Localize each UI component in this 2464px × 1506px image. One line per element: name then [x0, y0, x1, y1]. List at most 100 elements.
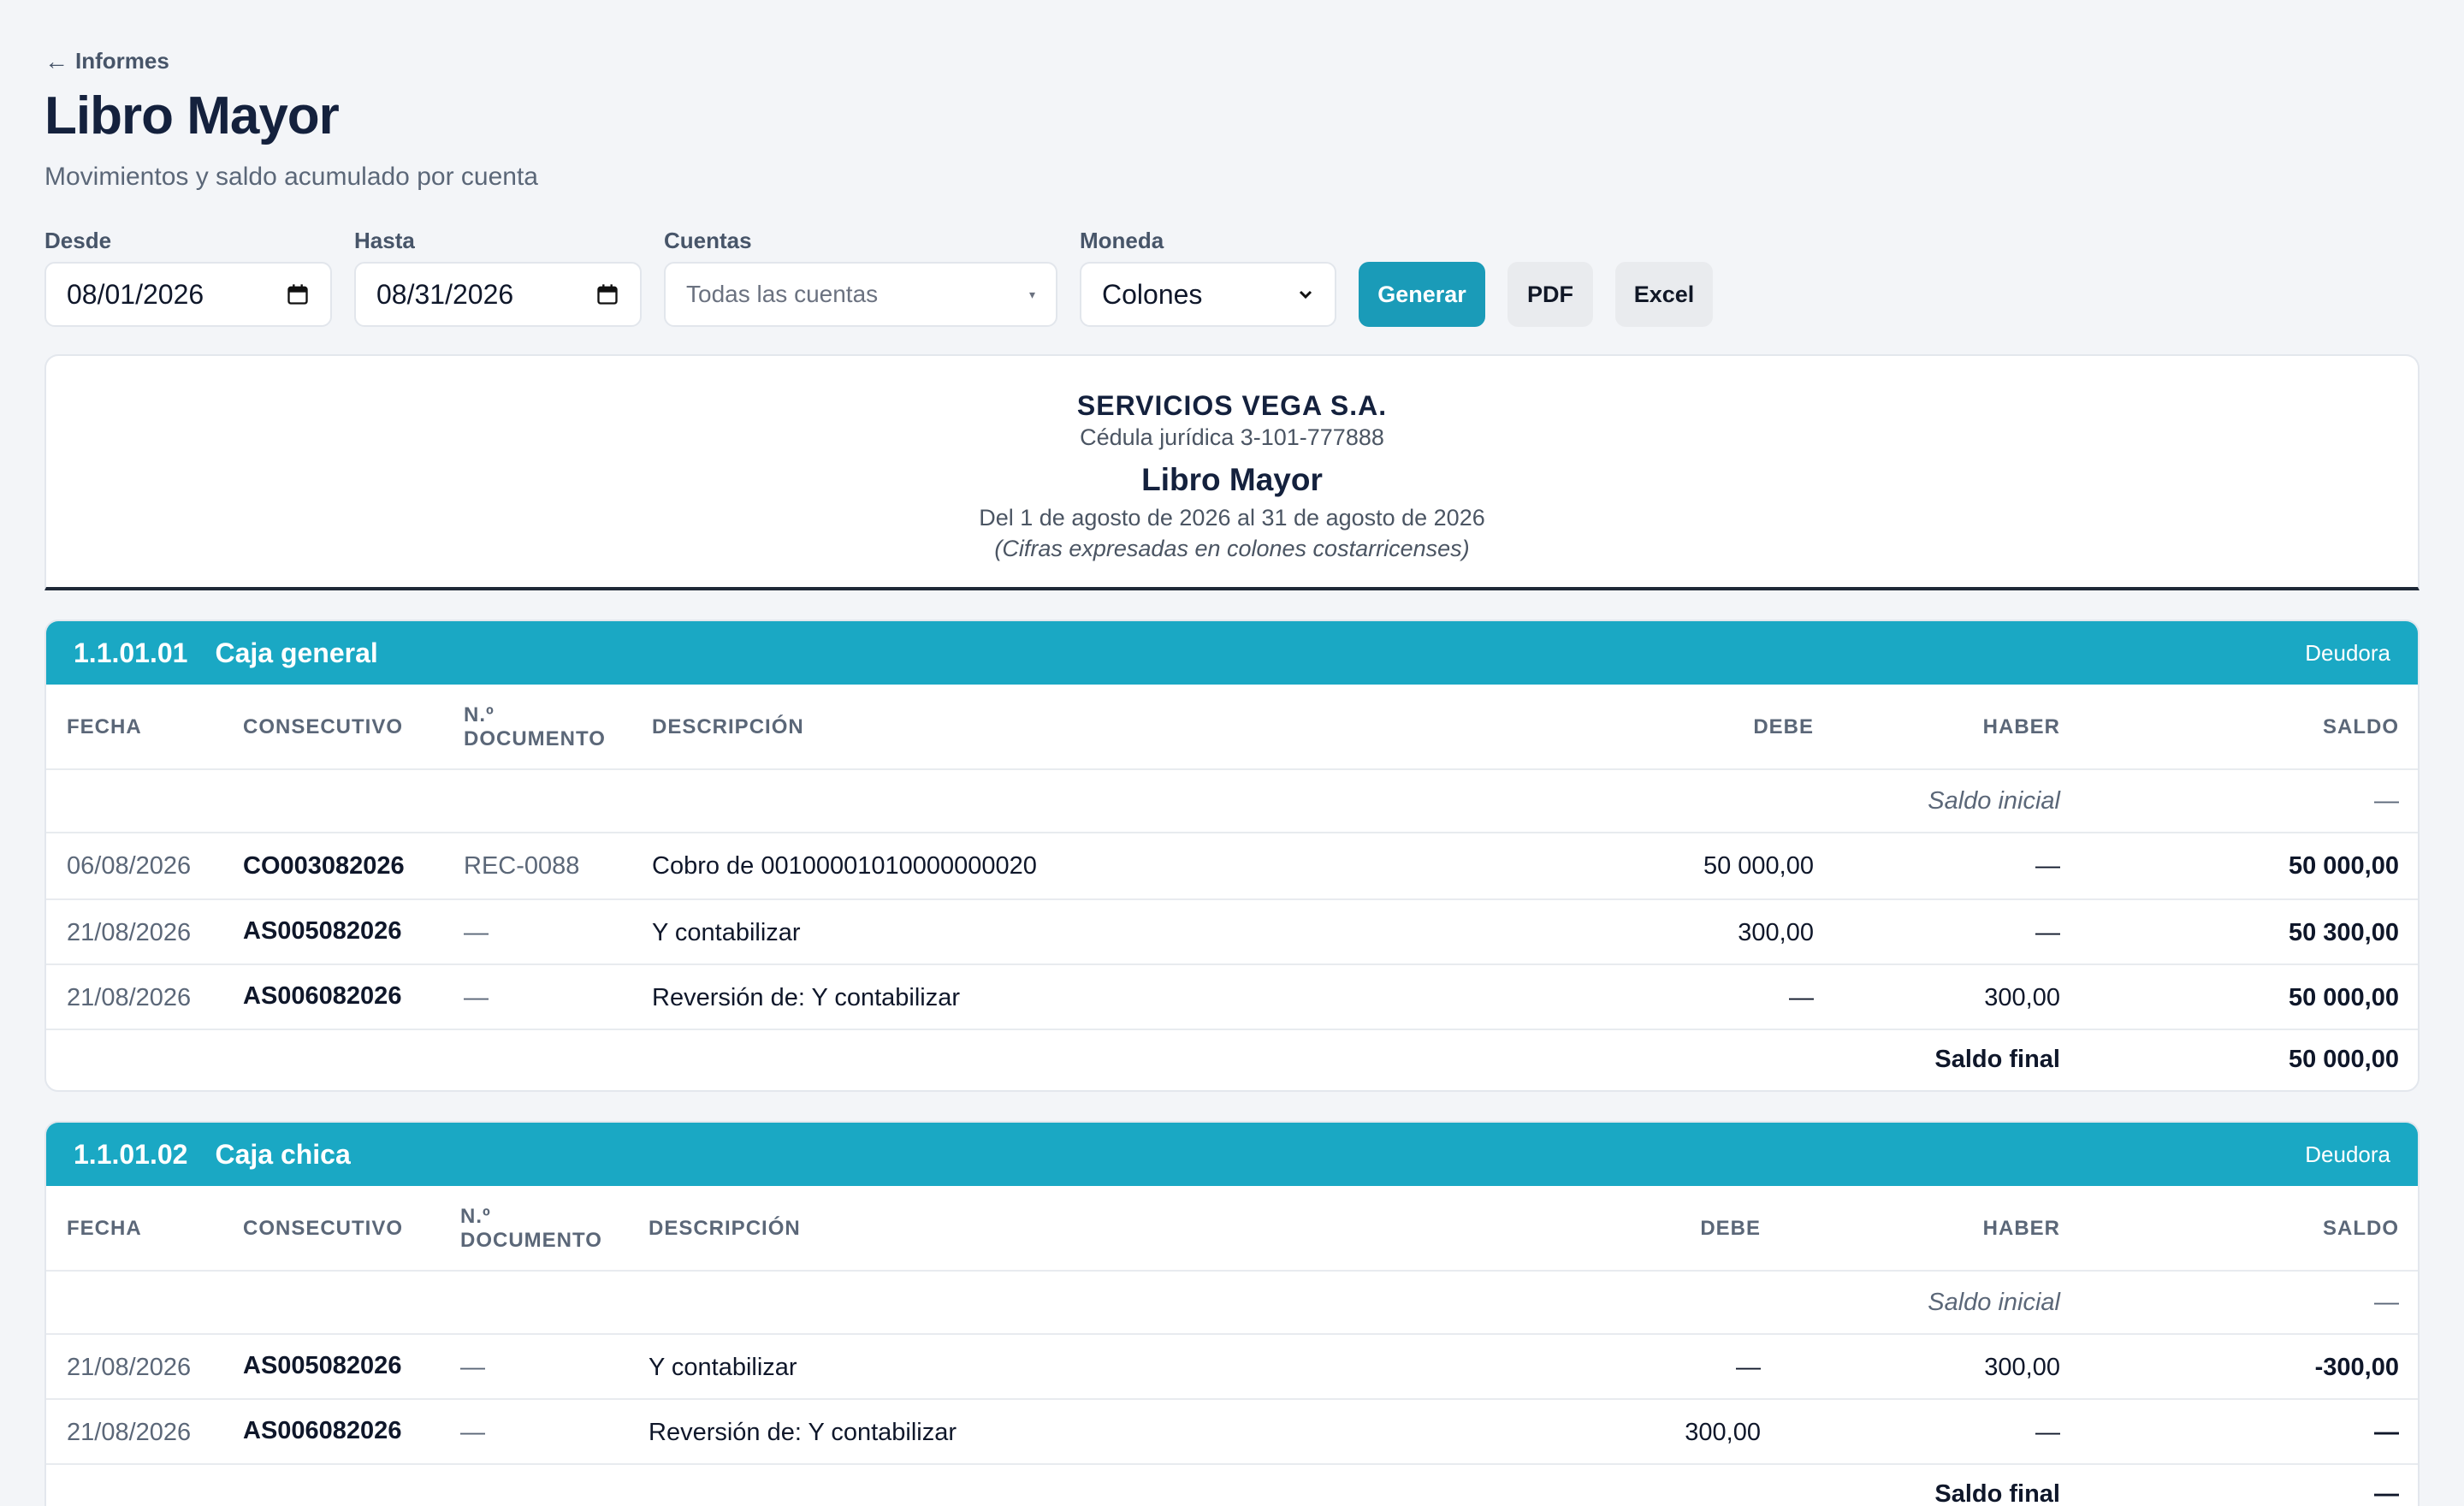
excel-button[interactable]: Excel	[1615, 262, 1713, 327]
closing-balance-row: Saldo final 50 000,00	[46, 1030, 2418, 1090]
row-consecutivo[interactable]: AS005082026	[243, 1352, 401, 1380]
page-subtitle: Movimientos y saldo acumulado por cuenta	[44, 163, 538, 191]
row-documento: REC-0088	[464, 852, 580, 880]
col-haber: HABER	[1982, 715, 2060, 738]
table-row: 21/08/2026 AS005082026 — Y contabilizar …	[46, 900, 2418, 965]
row-consecutivo[interactable]: AS006082026	[243, 982, 401, 1011]
col-consecutivo: CONSECUTIVO	[243, 1217, 404, 1240]
closing-balance-label: Saldo final	[1934, 1046, 2060, 1073]
ledger-page: ← Informes Libro Mayor Movimientos y sal…	[0, 0, 2464, 1506]
account-block: 1.1.01.01 Caja general Deudora FECHA CON…	[44, 620, 2420, 1092]
company-name: SERVICIOS VEGA S.A.	[1076, 390, 1388, 421]
row-debe: 300,00	[1738, 919, 1814, 946]
row-fecha: 06/08/2026	[67, 852, 192, 880]
row-documento: —	[464, 984, 489, 1011]
table-row: 21/08/2026 AS006082026 — Reversión de: Y…	[46, 965, 2418, 1030]
cuentas-select[interactable]: Todas las cuentas ▾	[664, 262, 1057, 327]
row-descripcion: Y contabilizar	[649, 1354, 797, 1381]
row-descripcion: Reversión de: Y contabilizar	[652, 984, 961, 1011]
row-haber: —	[2035, 919, 2060, 946]
account-code: 1.1.01.02	[74, 1138, 188, 1170]
row-saldo: 50 000,00	[2288, 984, 2399, 1011]
row-debe: 50 000,00	[1703, 852, 1814, 880]
row-consecutivo[interactable]: AS006082026	[243, 1417, 401, 1445]
row-haber: 300,00	[1984, 1354, 2060, 1381]
back-link-label: Informes	[75, 48, 169, 74]
col-documento: N.º DOCUMENTO	[460, 1205, 602, 1253]
caret-down-icon: ▾	[1028, 287, 1035, 301]
col-documento-line1: N.º	[464, 703, 495, 726]
row-fecha: 21/08/2026	[67, 984, 192, 1011]
row-haber: 300,00	[1984, 984, 2060, 1011]
account-header: 1.1.01.02 Caja chica Deudora	[46, 1123, 2418, 1186]
row-fecha: 21/08/2026	[67, 1419, 192, 1446]
row-descripcion: Reversión de: Y contabilizar	[649, 1419, 957, 1446]
report-header: SERVICIOS VEGA S.A. Cédula jurídica 3-10…	[44, 354, 2420, 590]
report-title: Libro Mayor	[1141, 462, 1323, 497]
pdf-button[interactable]: PDF	[1507, 262, 1593, 327]
col-consecutivo: CONSECUTIVO	[243, 715, 404, 738]
opening-balance-row: Saldo inicial —	[46, 1272, 2418, 1335]
opening-balance-label: Saldo inicial	[1928, 787, 2060, 815]
opening-balance-value: —	[2374, 1289, 2399, 1316]
row-descripcion: Cobro de 00100001010000000020	[652, 852, 1037, 880]
row-saldo: 50 000,00	[2288, 852, 2399, 880]
col-documento-line1: N.º	[460, 1205, 491, 1228]
col-fecha: FECHA	[67, 1217, 142, 1240]
row-saldo: —	[2374, 1419, 2399, 1446]
generar-button[interactable]: Generar	[1359, 262, 1485, 327]
col-saldo: SALDO	[2323, 1217, 2399, 1240]
hasta-date-input[interactable]: 08/31/2026	[354, 262, 642, 327]
col-debe: DEBE	[1700, 1217, 1761, 1240]
row-saldo: -300,00	[2314, 1354, 2399, 1381]
col-documento-line2: DOCUMENTO	[464, 727, 606, 750]
row-debe: 300,00	[1685, 1419, 1761, 1446]
row-documento: —	[464, 919, 489, 946]
table-header-row: FECHA CONSECUTIVO N.º DOCUMENTO DESCRIPC…	[46, 685, 2418, 770]
account-block: 1.1.01.02 Caja chica Deudora FECHA CONSE…	[44, 1121, 2420, 1506]
closing-balance-value: 50 000,00	[2288, 1046, 2399, 1073]
hasta-label: Hasta	[354, 228, 415, 253]
col-documento: N.º DOCUMENTO	[464, 703, 606, 751]
row-consecutivo[interactable]: AS005082026	[243, 917, 401, 946]
row-documento: —	[460, 1419, 485, 1446]
row-consecutivo[interactable]: CO003082026	[243, 852, 405, 880]
col-documento-line2: DOCUMENTO	[460, 1229, 602, 1252]
desde-value: 08/01/2026	[67, 278, 204, 310]
col-haber: HABER	[1982, 1217, 2060, 1240]
account-name: Caja chica	[215, 1138, 351, 1170]
closing-balance-label: Saldo final	[1934, 1480, 2060, 1506]
opening-balance-label: Saldo inicial	[1928, 1289, 2060, 1316]
row-fecha: 21/08/2026	[67, 919, 192, 946]
account-nature: Deudora	[2305, 1141, 2390, 1167]
calendar-icon[interactable]	[595, 282, 619, 306]
row-debe: —	[1789, 984, 1814, 1011]
cuentas-label: Cuentas	[664, 228, 752, 253]
report-period: Del 1 de agosto de 2026 al 31 de agosto …	[979, 505, 1485, 531]
row-debe: —	[1736, 1354, 1761, 1381]
cuentas-placeholder: Todas las cuentas	[686, 281, 879, 307]
closing-balance-row: Saldo final —	[46, 1465, 2418, 1506]
report-currency-note: (Cifras expresadas en colones costarrice…	[994, 536, 1470, 561]
opening-balance-row: Saldo inicial —	[46, 770, 2418, 833]
row-documento: —	[460, 1354, 485, 1381]
account-code: 1.1.01.01	[74, 637, 188, 668]
desde-date-input[interactable]: 08/01/2026	[44, 262, 332, 327]
hasta-value: 08/31/2026	[376, 278, 514, 310]
desde-label: Desde	[44, 228, 112, 253]
table-header-row: FECHA CONSECUTIVO N.º DOCUMENTO DESCRIPC…	[46, 1186, 2418, 1272]
moneda-label: Moneda	[1080, 228, 1164, 253]
col-debe: DEBE	[1753, 715, 1814, 738]
moneda-select[interactable]: Colones	[1080, 262, 1336, 327]
closing-balance-value: —	[2374, 1480, 2399, 1506]
back-to-reports-link[interactable]: ← Informes	[44, 48, 169, 74]
row-haber: —	[2035, 1419, 2060, 1446]
arrow-left-icon: ←	[44, 47, 68, 74]
row-descripcion: Y contabilizar	[652, 919, 801, 946]
calendar-icon[interactable]	[286, 282, 310, 306]
row-haber: —	[2035, 852, 2060, 880]
account-name: Caja general	[215, 637, 378, 668]
account-header: 1.1.01.01 Caja general Deudora	[46, 621, 2418, 685]
table-row: 21/08/2026 AS005082026 — Y contabilizar …	[46, 1335, 2418, 1400]
account-nature: Deudora	[2305, 639, 2390, 666]
